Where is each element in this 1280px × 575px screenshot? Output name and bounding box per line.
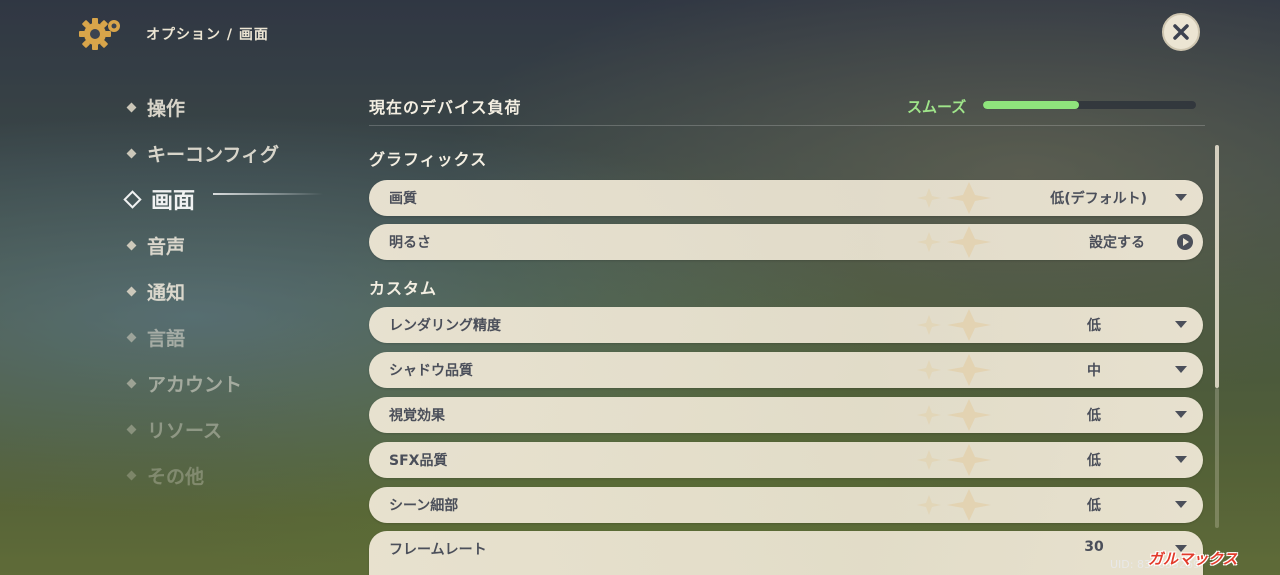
diamond-icon [126,424,137,434]
star-decoration-icon [917,309,991,341]
diamond-icon [126,148,137,158]
frame-rate-dropdown[interactable]: フレームレート 30 [369,531,1203,575]
chevron-down-icon [1175,366,1187,373]
chevron-down-icon [1175,194,1187,201]
setting-value: 低 [1087,453,1101,469]
render-resolution-dropdown[interactable]: レンダリング精度 低 [369,307,1203,343]
chevron-down-icon [1175,456,1187,463]
device-load-bar [983,101,1196,109]
setting-label: 明るさ [389,235,431,251]
section-title-graphics: グラフィックス [369,150,488,169]
play-arrow-icon [1177,234,1193,250]
setting-value: 低 [1087,498,1101,514]
sidebar-item-label: リソース [147,419,223,442]
sidebar-item-label: アカウント [147,373,243,396]
star-decoration-icon [917,444,991,476]
star-decoration-icon [917,182,991,214]
sidebar-item-notifications[interactable]: 通知 [126,268,346,314]
sidebar-item-language[interactable]: 言語 [126,314,346,360]
sidebar-item-audio[interactable]: 音声 [126,222,346,268]
setting-value: 30 [1084,539,1104,555]
diamond-icon [126,470,137,480]
scrollbar-track[interactable] [1215,388,1219,528]
setting-label: シーン細部 [389,498,459,514]
device-load-fill [983,101,1079,109]
diamond-icon [126,378,137,388]
sidebar-item-label: 通知 [147,281,186,304]
setting-value: 低 [1087,318,1101,334]
device-load-title: 現在のデバイス負荷 [369,98,522,117]
diamond-icon [126,332,137,342]
setting-label: レンダリング精度 [389,318,501,334]
diamond-icon [126,286,137,296]
setting-value: 中 [1087,363,1101,379]
scene-detail-dropdown[interactable]: シーン細部 低 [369,487,1203,523]
setting-value: 設定する [1089,235,1145,251]
setting-label: シャドウ品質 [389,363,473,379]
setting-label: 画質 [389,191,417,207]
sidebar-item-keybinds[interactable]: キーコンフィグ [126,130,346,176]
setting-label: SFX品質 [389,453,448,469]
scrollbar-thumb[interactable] [1215,145,1219,388]
chevron-down-icon [1175,321,1187,328]
diamond-icon [126,102,137,112]
section-title-custom: カスタム [369,279,438,298]
setting-label: 視覚効果 [389,408,445,424]
star-decoration-icon [917,226,991,258]
chevron-down-icon [1175,501,1187,508]
setting-value: 低(デフォルト) [1050,191,1147,207]
sidebar-item-label: 画面 [151,189,196,214]
sidebar-item-label: 言語 [147,327,186,350]
diamond-icon [126,240,137,250]
star-decoration-icon [917,399,991,431]
sidebar-item-label: 音声 [147,235,186,258]
close-icon [1173,24,1189,40]
sidebar-item-label: 操作 [147,97,186,120]
sidebar-item-label: その他 [147,465,205,488]
star-decoration-icon [917,489,991,521]
watermark: ガルマックス [1148,550,1238,568]
brightness-setting[interactable]: 明るさ 設定する [369,224,1203,260]
graphics-quality-dropdown[interactable]: 画質 低(デフォルト) [369,180,1203,216]
setting-label: フレームレート [389,542,487,558]
gear-icon [78,14,122,54]
breadcrumb: オプション / 画面 [146,27,269,43]
divider [369,125,1205,126]
active-item-streak [213,193,323,195]
star-decoration-icon [917,354,991,386]
settings-sidebar: 操作 キーコンフィグ 画面 音声 通知 言語 アカウント リソース その他 [123,84,346,498]
sfx-quality-dropdown[interactable]: SFX品質 低 [369,442,1203,478]
close-button[interactable] [1162,13,1200,51]
device-load-status: スムーズ [907,97,967,116]
sidebar-item-resources[interactable]: リソース [126,406,346,452]
device-load-row: 現在のデバイス負荷 スムーズ [369,90,1205,122]
sidebar-item-label: キーコンフィグ [147,143,280,166]
diamond-outline-icon [123,189,142,209]
sidebar-item-other[interactable]: その他 [126,452,346,498]
sidebar-item-controls[interactable]: 操作 [126,84,346,130]
top-bar: オプション / 画面 [78,14,269,54]
sidebar-item-account[interactable]: アカウント [126,360,346,406]
sidebar-item-display[interactable]: 画面 [123,176,346,222]
chevron-down-icon [1175,411,1187,418]
shadow-quality-dropdown[interactable]: シャドウ品質 中 [369,352,1203,388]
visual-effects-dropdown[interactable]: 視覚効果 低 [369,397,1203,433]
setting-value: 低 [1087,408,1101,424]
